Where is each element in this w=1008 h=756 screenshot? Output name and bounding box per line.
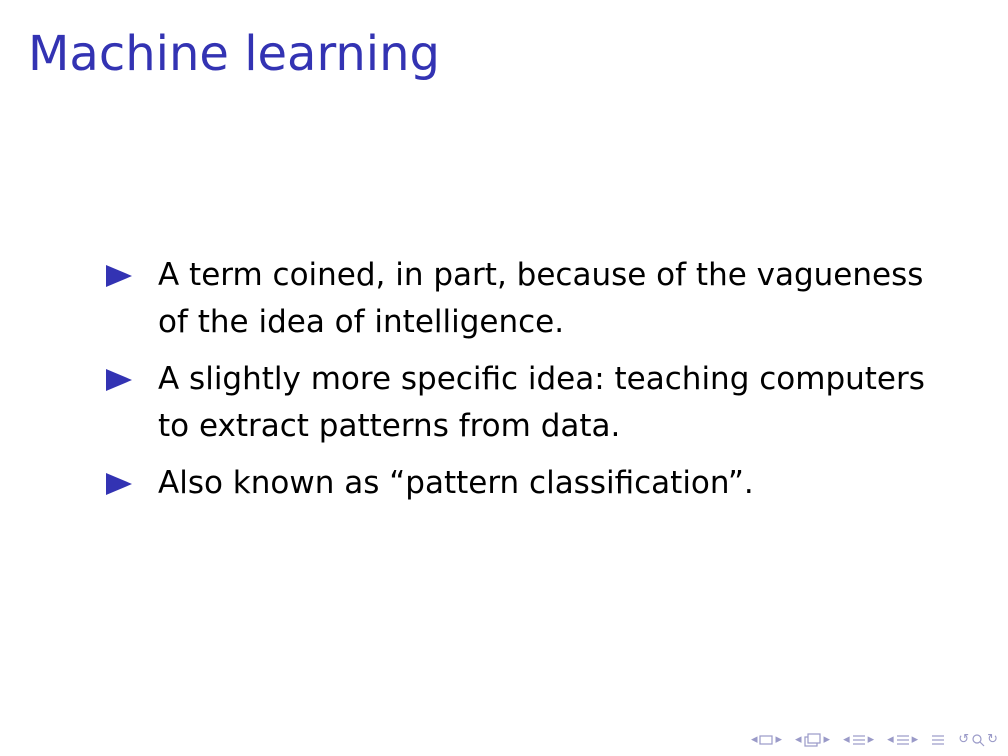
bullet-text: Also known as “pattern classification”. <box>158 465 754 501</box>
frame-navigation: ◂ ▸ <box>751 730 782 750</box>
triangle-bullet-icon <box>106 473 132 495</box>
slide: Machine learning A term coined, in part,… <box>0 0 1008 756</box>
section-icon[interactable] <box>852 733 866 747</box>
section-navigation: ◂ ▸ <box>843 730 874 750</box>
document-icon[interactable] <box>931 733 945 747</box>
nav-prev-section-icon[interactable]: ◂ <box>843 730 850 750</box>
document-navigation: ◂ ▸ <box>887 730 918 750</box>
bullet-text: A term coined, in part, because of the v… <box>158 257 924 340</box>
navigation-bar: ◂ ▸ ◂ ▸ ◂ ▸ ◂ ▸ ↺ ↻ <box>751 730 998 750</box>
nav-next-section-icon[interactable]: ▸ <box>868 730 875 750</box>
nav-next-subsection-icon[interactable]: ▸ <box>824 730 831 750</box>
bullet-list: A term coined, in part, because of the v… <box>106 252 946 517</box>
nav-next-subsection-icon[interactable]: ▸ <box>912 730 919 750</box>
bullet-text: A slightly more specific idea: teaching … <box>158 361 925 444</box>
subsection-navigation: ◂ ▸ <box>795 730 830 750</box>
slide-title: Machine learning <box>28 26 441 82</box>
bullet-item: Also known as “pattern classification”. <box>106 460 946 507</box>
subsection-icon[interactable] <box>896 733 910 747</box>
triangle-bullet-icon <box>106 369 132 391</box>
bullet-item: A slightly more specific idea: teaching … <box>106 356 946 450</box>
nav-prev-frame-icon[interactable]: ◂ <box>751 730 758 750</box>
search-icon[interactable] <box>971 733 985 747</box>
forward-icon[interactable]: ↻ <box>987 730 998 750</box>
back-icon[interactable]: ↺ <box>958 730 969 750</box>
frame-icon[interactable] <box>759 734 774 746</box>
search-navigation: ↺ ↻ <box>958 730 998 750</box>
nav-next-frame-icon[interactable]: ▸ <box>775 730 782 750</box>
subsection-icon[interactable] <box>803 733 822 747</box>
nav-prev-subsection-icon[interactable]: ◂ <box>887 730 894 750</box>
bullet-item: A term coined, in part, because of the v… <box>106 252 946 346</box>
nav-prev-subsection-icon[interactable]: ◂ <box>795 730 802 750</box>
triangle-bullet-icon <box>106 265 132 287</box>
appendix-navigation <box>931 733 945 747</box>
